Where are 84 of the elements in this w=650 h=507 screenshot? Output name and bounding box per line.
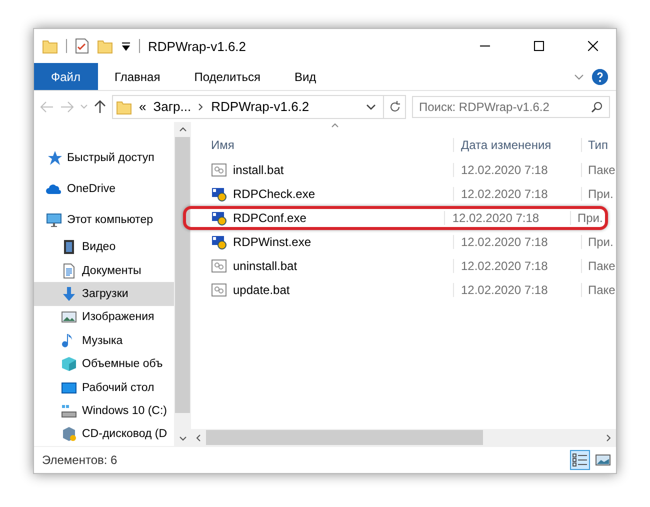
- nav-item[interactable]: Загрузки: [34, 282, 174, 306]
- image-icon: [61, 309, 77, 326]
- scrollbar[interactable]: [174, 122, 191, 446]
- scroll-up-icon[interactable]: [178, 127, 186, 132]
- ribbon-tab[interactable]: Поделиться: [177, 63, 278, 90]
- file-name: uninstall.bat: [233, 259, 298, 273]
- refresh-icon[interactable]: [388, 100, 400, 112]
- chevron-down-icon[interactable]: [366, 104, 376, 110]
- nav-item[interactable]: CD-дисковод (D: [34, 422, 174, 446]
- properties-icon[interactable]: [75, 38, 89, 54]
- item-count: Элементов: 6: [42, 453, 118, 467]
- disc-drive-icon: [61, 426, 77, 442]
- file-name: RDPCheck.exe: [233, 187, 316, 201]
- file-type: Паке: [581, 163, 616, 177]
- ribbon-tab[interactable]: Файл: [34, 63, 98, 90]
- nav-item[interactable]: OneDrive: [34, 173, 174, 204]
- nav-item[interactable]: Музыка: [34, 329, 174, 352]
- nav-item[interactable]: Объемные объ: [34, 352, 174, 376]
- nav-item[interactable]: Рабочий стол: [34, 376, 174, 400]
- file-date: 12.02.2020 7:18: [453, 259, 581, 273]
- dropdown-icon[interactable]: [121, 41, 131, 51]
- column-header[interactable]: Дата изменения: [453, 138, 581, 152]
- application-icon: [211, 234, 227, 250]
- file-row[interactable]: RDPCheck.exe 12.02.2020 7:18 При.: [191, 182, 616, 206]
- ribbon-tab[interactable]: Главная: [98, 63, 178, 90]
- file-name: RDPConf.exe: [233, 211, 306, 225]
- chevron-right-icon[interactable]: [198, 102, 204, 110]
- file-type: Паке: [581, 283, 616, 297]
- breadcrumb[interactable]: Загр...: [153, 99, 192, 114]
- nav-item[interactable]: Изображения: [34, 306, 174, 330]
- computer-icon: [46, 212, 62, 228]
- nav-item[interactable]: Этот компьютер: [34, 204, 174, 236]
- file-row[interactable]: RDPWinst.exe 12.02.2020 7:18 При.: [191, 230, 616, 254]
- cube-icon: [61, 356, 77, 372]
- file-date: 12.02.2020 7:18: [453, 163, 581, 177]
- file-name: install.bat: [233, 163, 284, 177]
- file-name: RDPWinst.exe: [233, 235, 312, 249]
- desktop-icon: [61, 380, 77, 396]
- breadcrumb-overflow[interactable]: «: [139, 99, 146, 114]
- gears-file-icon: [211, 282, 227, 298]
- highlight-frame[interactable]: RDPConf.exe 12.02.2020 7:18 При.: [183, 206, 608, 230]
- sort-caret-icon: [331, 123, 339, 128]
- search-field[interactable]: Поиск: RDPWrap-v1.6.2: [412, 96, 610, 118]
- column-header[interactable]: Тип: [581, 138, 616, 152]
- close-icon[interactable]: [588, 41, 598, 51]
- column-header[interactable]: Имя: [191, 138, 453, 152]
- ribbon-tab[interactable]: Вид: [277, 63, 334, 90]
- file-row[interactable]: update.bat 12.02.2020 7:18 Паке: [191, 278, 616, 302]
- file-date: 12.02.2020 7:18: [444, 211, 570, 225]
- nav-item[interactable]: Быстрый доступ: [34, 142, 174, 174]
- nav-item[interactable]: Windows 10 (C:): [34, 399, 174, 423]
- search-icon[interactable]: [591, 100, 603, 112]
- gears-file-icon: [211, 162, 227, 178]
- maximize-icon[interactable]: [534, 41, 544, 51]
- gears-file-icon: [211, 258, 227, 274]
- scroll-right-icon[interactable]: [606, 434, 611, 442]
- scroll-left-icon[interactable]: [196, 434, 201, 442]
- file-date: 12.02.2020 7:18: [453, 235, 581, 249]
- details-view-button[interactable]: [570, 450, 590, 470]
- download-icon: [61, 286, 77, 302]
- help-icon[interactable]: [592, 68, 608, 84]
- file-row[interactable]: uninstall.bat 12.02.2020 7:18 Паке: [191, 254, 616, 278]
- application-icon: [211, 186, 227, 202]
- drive-icon: [61, 402, 77, 419]
- up-icon[interactable]: [94, 100, 106, 114]
- file-row[interactable]: install.bat 12.02.2020 7:18 Паке: [191, 158, 616, 182]
- window-title: RDPWrap-v1.6.2: [148, 38, 248, 54]
- file-date: 12.02.2020 7:18: [453, 283, 581, 297]
- scroll-down-icon[interactable]: [178, 436, 186, 441]
- file-type: При.: [570, 211, 605, 225]
- breadcrumb[interactable]: RDPWrap-v1.6.2: [211, 99, 310, 114]
- document-icon: [61, 262, 77, 279]
- file-type: При.: [581, 235, 616, 249]
- file-type: При.: [581, 187, 616, 201]
- file-date: 12.02.2020 7:18: [453, 187, 581, 201]
- address-bar[interactable]: « Загр... RDPWrap-v1.6.2: [112, 94, 406, 118]
- application-icon: [211, 210, 227, 226]
- nav-item[interactable]: Видео: [34, 236, 174, 259]
- nav-item[interactable]: Документы: [34, 258, 174, 282]
- file-name: update.bat: [233, 283, 290, 297]
- file-type: Паке: [581, 259, 616, 273]
- scrollbar[interactable]: [191, 429, 616, 446]
- star-icon: [46, 150, 62, 166]
- film-icon: [61, 239, 77, 256]
